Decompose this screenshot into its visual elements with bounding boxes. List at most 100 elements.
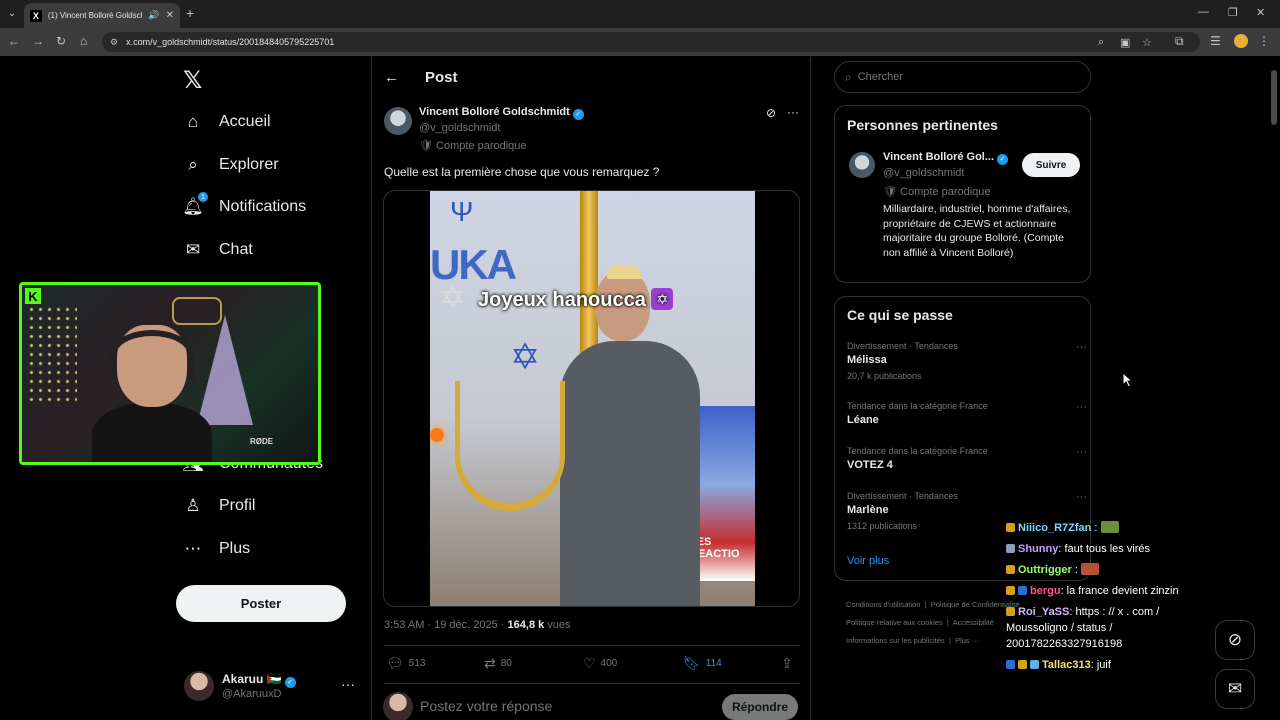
search-icon: ⌕ (188, 155, 198, 174)
chat-badge-icon (1006, 586, 1015, 595)
browser-tab-active[interactable]: X (1) Vincent Bolloré Goldschmidt 🔊 ✕ (24, 3, 180, 28)
bookmark-star-icon[interactable]: ☆ (1142, 36, 1152, 49)
more-options-icon[interactable]: ··· (1076, 341, 1087, 353)
grok-icon[interactable]: ⊘ (766, 106, 776, 120)
relevant-bio: Milliardaire, industriel, homme d'affair… (883, 203, 1071, 259)
footer-link[interactable]: Accessibilité (953, 618, 994, 627)
bookmark-icon: 🔖︎ (683, 655, 701, 671)
account-switcher[interactable]: Akaruu 🇵🇸 ✓ @AkaruuxD ··· (184, 670, 359, 702)
x-logo-icon[interactable]: 𝕏 (183, 66, 202, 95)
back-arrow-icon[interactable]: ← (8, 34, 20, 48)
browser-menu-icon[interactable]: ⋮ (1258, 34, 1270, 48)
post-timestamp[interactable]: 3:53 AM · 19 déc. 2025 · 164,8 k vues (384, 619, 571, 631)
like-count: 400 (600, 658, 618, 669)
more-options-icon[interactable]: ··· (787, 105, 799, 119)
tab-list-chevron-icon[interactable]: ⌄ (4, 5, 20, 21)
nav-label: Notifications (219, 198, 307, 215)
see-more-link[interactable]: Voir plus (847, 555, 889, 567)
reading-list-icon[interactable]: ☰ (1210, 34, 1221, 48)
new-tab-plus-icon[interactable]: + (186, 5, 194, 21)
home-button-icon[interactable]: ⌂ (80, 34, 87, 48)
column-divider (371, 57, 372, 720)
trend-item[interactable]: Divertissement · Tendances Mélissa 20,7 … (847, 341, 1087, 381)
x-favicon-icon: X (30, 9, 42, 22)
follow-button[interactable]: Suivre (1022, 153, 1080, 177)
scrollbar-thumb[interactable] (1271, 70, 1277, 125)
back-arrow-icon[interactable]: ← (384, 69, 399, 86)
chat-username: Niiico_R7Zfan (1018, 522, 1092, 534)
footer-link[interactable]: Politique relative aux cookies (846, 618, 943, 627)
trend-name: Léane (847, 414, 879, 426)
post-time: 3:53 AM · 19 déc. 2025 · (384, 619, 508, 631)
card-title: Ce qui se passe (847, 307, 953, 323)
nav-item-chat[interactable]: ✉ Chat (183, 240, 253, 260)
site-info-icon[interactable]: ⚙ (110, 37, 118, 48)
footer-link[interactable]: Informations sur les publicités (846, 636, 945, 645)
relevant-name[interactable]: Vincent Bolloré Gol... (883, 151, 994, 163)
forward-arrow-icon[interactable]: → (32, 34, 44, 48)
parody-mask-icon: 🛡︎ (419, 140, 433, 152)
more-options-icon[interactable]: ··· (1076, 446, 1087, 458)
reload-icon[interactable]: ↻ (56, 34, 66, 48)
trend-category: Divertissement · Tendances (847, 491, 958, 501)
chat-badge-icon (1006, 565, 1015, 574)
post-button[interactable]: Poster (176, 585, 346, 622)
verified-icon: ✓ (572, 109, 584, 120)
share-button[interactable]: ⇪ (781, 655, 793, 672)
reply-input[interactable]: Postez votre réponse (420, 698, 552, 714)
nav-item-explore[interactable]: ⌕ Explorer (183, 155, 278, 175)
close-tab-icon[interactable]: ✕ (166, 10, 174, 21)
minimize-icon[interactable]: — (1198, 6, 1209, 18)
author-handle[interactable]: @v_goldschmidt (419, 122, 500, 134)
nav-item-notifications[interactable]: 🔔︎ 1 Notifications (182, 192, 307, 217)
divider (384, 645, 800, 646)
speaker-icon[interactable]: 🔊 (148, 10, 159, 21)
video-caption: Joyeux hanoucca (478, 289, 646, 311)
nav-item-home[interactable]: ⌂ Accueil (183, 112, 271, 132)
address-bar[interactable]: ⚙ x.com/v_goldschmidt/status/20018484057… (102, 32, 1200, 52)
footer-link[interactable]: Conditions d'utilisation (846, 600, 920, 609)
chat-text: : (1074, 564, 1078, 576)
extensions-icon[interactable]: ⧉ (1175, 34, 1184, 49)
more-options-icon[interactable]: ··· (1076, 401, 1087, 413)
trend-item[interactable]: Tendance dans la catégorie France VOTEZ … (847, 446, 1087, 471)
chat-message: Shunny: faut tous les virés (1006, 541, 1206, 557)
star-of-david-icon: ✡ (440, 282, 466, 315)
chat-message: Niiico_R7Zfan : (1006, 520, 1206, 536)
messages-floating-button[interactable]: ✉ (1215, 669, 1255, 709)
cast-icon[interactable]: ▣ (1120, 36, 1130, 49)
like-button[interactable]: ♡ 400 (583, 655, 617, 672)
bookmark-count: 114 (705, 658, 722, 669)
zoom-icon[interactable]: ⌕ (1098, 36, 1104, 49)
views-count: 164,8 k (507, 619, 545, 631)
search-box[interactable]: ⌕ (834, 61, 1091, 93)
more-options-icon[interactable]: ··· (341, 676, 355, 692)
post-media[interactable]: UKA ✡ ✡ Ψ LES REACTIO Joyeux hanoucca ✡ (383, 190, 800, 607)
repost-button[interactable]: ⇄ 80 (484, 655, 512, 672)
reply-button[interactable]: 💬︎ 513 (386, 655, 425, 672)
window-close-icon[interactable]: ✕ (1256, 6, 1265, 19)
chat-text: : faut tous les virés (1058, 543, 1151, 555)
trend-item[interactable]: Tendance dans la catégorie France Léane … (847, 401, 1087, 426)
nav-item-profile[interactable]: ♙ Profil (183, 496, 255, 516)
grok-floating-button[interactable]: ⊘ (1215, 620, 1255, 660)
nav-item-more[interactable]: ⋯ Plus (183, 539, 251, 559)
account-name: Akaruu (222, 672, 264, 686)
avatar[interactable] (849, 152, 875, 178)
restore-icon[interactable]: ❐ (1228, 6, 1238, 19)
video-player[interactable]: UKA ✡ ✡ Ψ LES REACTIO Joyeux hanoucca ✡ (430, 191, 755, 606)
author-name[interactable]: Vincent Bolloré Goldschmidt (419, 106, 570, 118)
bookmark-button[interactable]: 🔖︎ 114 (683, 655, 722, 672)
reply-submit-button[interactable]: Répondre (722, 694, 798, 720)
relevant-handle[interactable]: @v_goldschmidt (883, 167, 964, 179)
reply-icon: 💬︎ (386, 655, 404, 671)
trend-name: VOTEZ 4 (847, 459, 893, 471)
search-input[interactable] (857, 71, 1058, 83)
chat-message: Outtrigger : (1006, 562, 1206, 578)
chat-username: Shunny (1018, 543, 1059, 555)
chat-username: Outtrigger (1018, 564, 1072, 576)
more-options-icon[interactable]: ··· (1076, 491, 1087, 503)
avatar[interactable] (384, 107, 412, 135)
footer-link[interactable]: Plus ··· (955, 636, 979, 645)
profile-avatar-icon[interactable] (1234, 34, 1248, 48)
